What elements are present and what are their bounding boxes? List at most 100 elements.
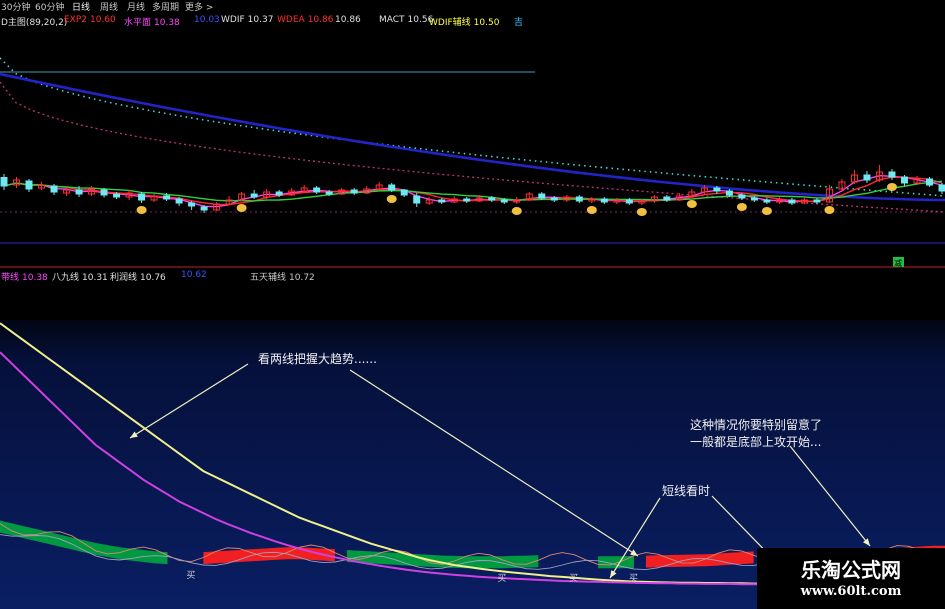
indicator-label: 水平面 (124, 18, 152, 28)
watermark-name: 乐淘公式网 (801, 558, 901, 582)
candle-body (725, 190, 733, 196)
buy-marker-9 (824, 206, 835, 214)
indicator-label: WDIF (221, 15, 245, 25)
tab-1[interactable]: 60分钟 (35, 0, 64, 13)
ma-item-3: 10.62 (178, 270, 207, 280)
buy-marker-4 (586, 206, 597, 214)
candle-46 (575, 195, 583, 203)
indicator-item-8: 吉 (511, 15, 523, 28)
candle-body (0, 177, 8, 187)
candle-47 (588, 197, 596, 203)
ma-item-2: 利润线 10.76 (110, 270, 166, 283)
candle-body (250, 193, 258, 198)
candle-61 (763, 198, 771, 204)
indicator-item-6: MACT 10.56 (379, 15, 433, 25)
ma-value: 10.72 (289, 273, 315, 283)
candle-75 (938, 183, 945, 194)
candle-body (900, 176, 908, 184)
annotation-note-line1: 这种情况你要特别留意了 (690, 418, 823, 432)
trend-line-yellow (0, 322, 945, 586)
candle-25 (313, 186, 321, 194)
buy-marker-10 (886, 183, 897, 191)
candle-body (50, 185, 58, 193)
candle-body (350, 189, 358, 194)
candle-68 (850, 170, 858, 184)
indicator-label: EXP2 (64, 15, 88, 25)
tab-0[interactable]: 30分钟 (1, 0, 30, 13)
candle-67 (838, 179, 846, 191)
candle-52 (650, 195, 658, 203)
buy-marker-8 (761, 207, 772, 215)
indicator-item-1: 水平面 10.38 (124, 15, 180, 28)
indicator-label: WDEA (277, 15, 305, 25)
indicator-label: WDIF辅线 (429, 18, 471, 28)
indicator-value: 吉 (514, 18, 524, 28)
tab-3[interactable]: 周线 (100, 0, 118, 13)
candle-72 (900, 175, 908, 186)
buy-marker-5 (636, 208, 647, 216)
ma-value: 10.38 (22, 273, 48, 283)
candle-body (763, 199, 771, 203)
ma-long-blue (0, 72, 945, 202)
candle-36 (450, 196, 458, 203)
buy-marker-2 (386, 195, 397, 203)
candle-body (388, 184, 396, 191)
candle-55 (688, 189, 696, 197)
candle-body (738, 194, 746, 199)
indicator-value: 10.86 (307, 15, 334, 25)
candle-body (438, 199, 446, 203)
buy-marker-0 (136, 206, 147, 214)
candle-body (100, 189, 108, 196)
buy-marker-7 (736, 203, 747, 211)
candle-body (138, 193, 146, 201)
tab-6[interactable]: 更多 > (185, 0, 213, 13)
candle-11 (138, 192, 146, 203)
indicator-item-7: WDIF辅线 10.50 (429, 15, 499, 28)
candle-body (925, 178, 933, 186)
candle-body (788, 199, 796, 204)
candle-19 (238, 192, 246, 201)
annotation-note-line2: 一般都是底部上攻开始... (690, 435, 822, 449)
ma-label: 五天辅线 (250, 273, 287, 283)
candle-28 (350, 188, 358, 195)
indicator-value: 10.50 (473, 18, 500, 28)
candle-body (463, 198, 471, 202)
candle-63 (788, 198, 796, 205)
ribbon-red-2 (645, 551, 754, 568)
candle-41 (513, 197, 521, 204)
candle-body (200, 206, 208, 211)
indicator-title: D主图(89,20,2) (1, 18, 68, 28)
candle-body (713, 187, 721, 192)
buy-marker-6 (686, 200, 697, 208)
ma-cyan-dotted (0, 57, 945, 197)
candle-body (863, 174, 871, 181)
arrow-trend-left (129, 363, 249, 439)
ma-item-0: 带线 10.38 (1, 270, 48, 283)
arrow-head (130, 431, 138, 438)
candle-body (813, 199, 821, 203)
candle-69 (863, 171, 871, 183)
arrow-shaft (349, 369, 639, 557)
indicator-label: MACT (379, 15, 405, 25)
tab-2[interactable]: 日线 (72, 0, 90, 13)
candle-body (888, 171, 896, 178)
candle-body (663, 196, 671, 201)
candle-body (600, 198, 608, 203)
tab-4[interactable]: 月线 (127, 0, 145, 13)
indicator-value: 10.03 (194, 15, 220, 25)
arrow-shaft (789, 445, 871, 547)
buy-marker-1 (236, 204, 247, 212)
indicator-item-5: 10.86 (332, 15, 361, 25)
candle-18 (225, 196, 233, 205)
indicator-value: 10.60 (90, 15, 116, 25)
ma-item-4: 五天辅线 10.72 (250, 270, 315, 283)
indicator-value: 10.38 (154, 18, 180, 28)
watermark-url: www.60lt.com (800, 584, 902, 599)
annotation-trend: 看两线把握大趋势...... (258, 352, 377, 366)
candle-body (538, 193, 546, 199)
candle-body (750, 197, 758, 201)
candle-12 (150, 194, 158, 202)
tab-5[interactable]: 多周期 (152, 0, 179, 13)
candle-body (275, 191, 283, 196)
candle-48 (600, 197, 608, 204)
